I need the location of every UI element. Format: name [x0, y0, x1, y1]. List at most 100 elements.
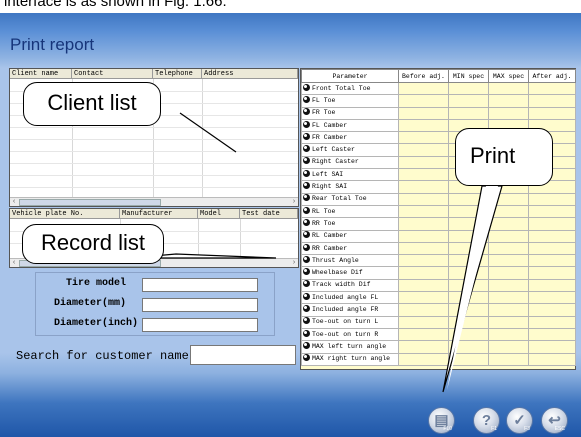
parameter-label: Right Caster	[312, 158, 359, 166]
value-cell	[528, 327, 576, 342]
parameter-bullet-icon	[303, 95, 310, 103]
value-cell	[448, 81, 489, 96]
parameter-bullet-icon	[303, 108, 310, 116]
value-cell	[448, 106, 489, 120]
table-row: RR Toe	[301, 217, 576, 231]
value-cell	[528, 291, 576, 305]
value-cell	[448, 303, 489, 317]
diameter-mm-field[interactable]	[142, 298, 258, 312]
value-cell	[398, 241, 449, 256]
parameter-bullet-icon	[303, 341, 310, 349]
column-header-address[interactable]: Address	[202, 69, 298, 79]
parameter-cell: Included angle FL	[301, 291, 399, 305]
value-cell	[448, 94, 489, 108]
value-cell	[528, 352, 576, 366]
parameter-label: RR Camber	[312, 244, 348, 252]
value-cell	[488, 352, 529, 366]
tire-model-field[interactable]	[142, 278, 258, 292]
parameter-cell: FR Camber	[301, 131, 399, 145]
value-cell	[528, 254, 576, 268]
value-cell	[398, 229, 449, 243]
value-cell	[528, 315, 576, 329]
value-cell	[448, 217, 489, 231]
scroll-left-icon[interactable]: ‹	[10, 198, 18, 206]
value-cell	[398, 94, 449, 108]
value-cell	[488, 106, 529, 120]
value-cell	[488, 229, 529, 243]
value-cell	[528, 340, 576, 354]
parameter-label: FR Camber	[312, 133, 348, 141]
table-row: Front Total Toe	[301, 81, 576, 96]
parameter-label: Front Total Toe	[312, 84, 371, 92]
confirm-button[interactable]: ✓ F3	[506, 407, 533, 434]
customer-search-input[interactable]	[190, 345, 296, 365]
print-button[interactable]: ▤ F10	[428, 407, 455, 434]
column-header-plate[interactable]: Vehicle plate No.	[10, 209, 120, 219]
parameter-label: Toe-out on turn R	[312, 330, 379, 338]
value-cell	[448, 278, 489, 293]
parameter-label: RL Toe	[312, 207, 336, 215]
scroll-right-icon[interactable]: ›	[290, 198, 298, 206]
parameter-bullet-icon	[303, 317, 310, 325]
scroll-right-icon[interactable]: ›	[290, 259, 298, 267]
parameter-label: Wheelbase Dif	[312, 269, 363, 277]
parameter-label: FL Camber	[312, 121, 348, 129]
value-cell	[398, 131, 449, 145]
value-cell	[448, 254, 489, 268]
print-callout: Print	[455, 128, 553, 186]
column-header-client-name[interactable]: Client name	[10, 69, 72, 79]
value-cell	[398, 143, 449, 157]
value-cell	[398, 217, 449, 231]
document-caption: interface is as shown in Fig. 1.66.	[4, 0, 227, 10]
parameter-bullet-icon	[303, 268, 310, 276]
parameter-cell: MAX right turn angle	[301, 352, 399, 366]
parameter-cell: MAX left turn angle	[301, 340, 399, 354]
value-cell	[398, 291, 449, 305]
parameter-cell: FL Camber	[301, 118, 399, 133]
column-header-contact[interactable]: Contact	[72, 69, 153, 79]
column-header-parameter: Parameter	[301, 69, 399, 83]
value-cell	[488, 266, 529, 280]
exit-button[interactable]: ↩ ESC	[541, 407, 568, 434]
value-cell	[528, 94, 576, 108]
parameter-bullet-icon	[303, 194, 310, 202]
parameter-label: RR Toe	[312, 219, 336, 227]
scrollbar-thumb[interactable]	[19, 199, 161, 206]
parameter-cell: RL Camber	[301, 229, 399, 243]
parameter-label: MAX left turn angle	[312, 342, 387, 350]
value-cell	[528, 106, 576, 120]
parameter-label: FL Toe	[312, 96, 336, 104]
parameter-cell: Left SAI	[301, 168, 399, 182]
scroll-left-icon[interactable]: ‹	[10, 259, 18, 267]
column-header-test-date[interactable]: Test date	[240, 209, 298, 219]
column-header-manufacturer[interactable]: Manufacturer	[120, 209, 198, 219]
parameter-cell: FL Toe	[301, 94, 399, 108]
tire-info-form: Tire model Diameter(mm) Diameter(inch)	[35, 272, 275, 336]
parameter-label: Thrust Angle	[312, 256, 359, 264]
value-cell	[528, 217, 576, 231]
value-cell	[528, 241, 576, 256]
parameter-label: Track width Dif	[312, 281, 371, 289]
parameter-label: Left SAI	[312, 170, 344, 178]
diameter-mm-label: Diameter(mm)	[54, 298, 127, 309]
column-header-model[interactable]: Model	[198, 209, 240, 219]
search-label: Search for customer name	[16, 349, 189, 363]
value-cell	[398, 168, 449, 182]
parameter-bullet-icon	[303, 83, 310, 91]
parameter-bullet-icon	[303, 169, 310, 177]
help-button[interactable]: ? F1	[473, 407, 500, 434]
parameter-cell: Left Caster	[301, 143, 399, 157]
parameter-bullet-icon	[303, 292, 310, 300]
diameter-inch-field[interactable]	[142, 318, 258, 332]
parameter-label: Toe-out on turn L	[312, 318, 379, 326]
parameter-label: RL Camber	[312, 232, 348, 240]
value-cell	[398, 192, 449, 206]
value-cell	[448, 327, 489, 342]
parameter-cell: Rear Total Toe	[301, 192, 399, 206]
parameter-cell: Right Caster	[301, 155, 399, 170]
client-list-scrollbar[interactable]: ‹ ›	[10, 197, 298, 206]
table-row: Included angle FL	[301, 291, 576, 305]
value-cell	[448, 241, 489, 256]
value-cell	[398, 303, 449, 317]
column-header-telephone[interactable]: Telephone	[153, 69, 202, 79]
